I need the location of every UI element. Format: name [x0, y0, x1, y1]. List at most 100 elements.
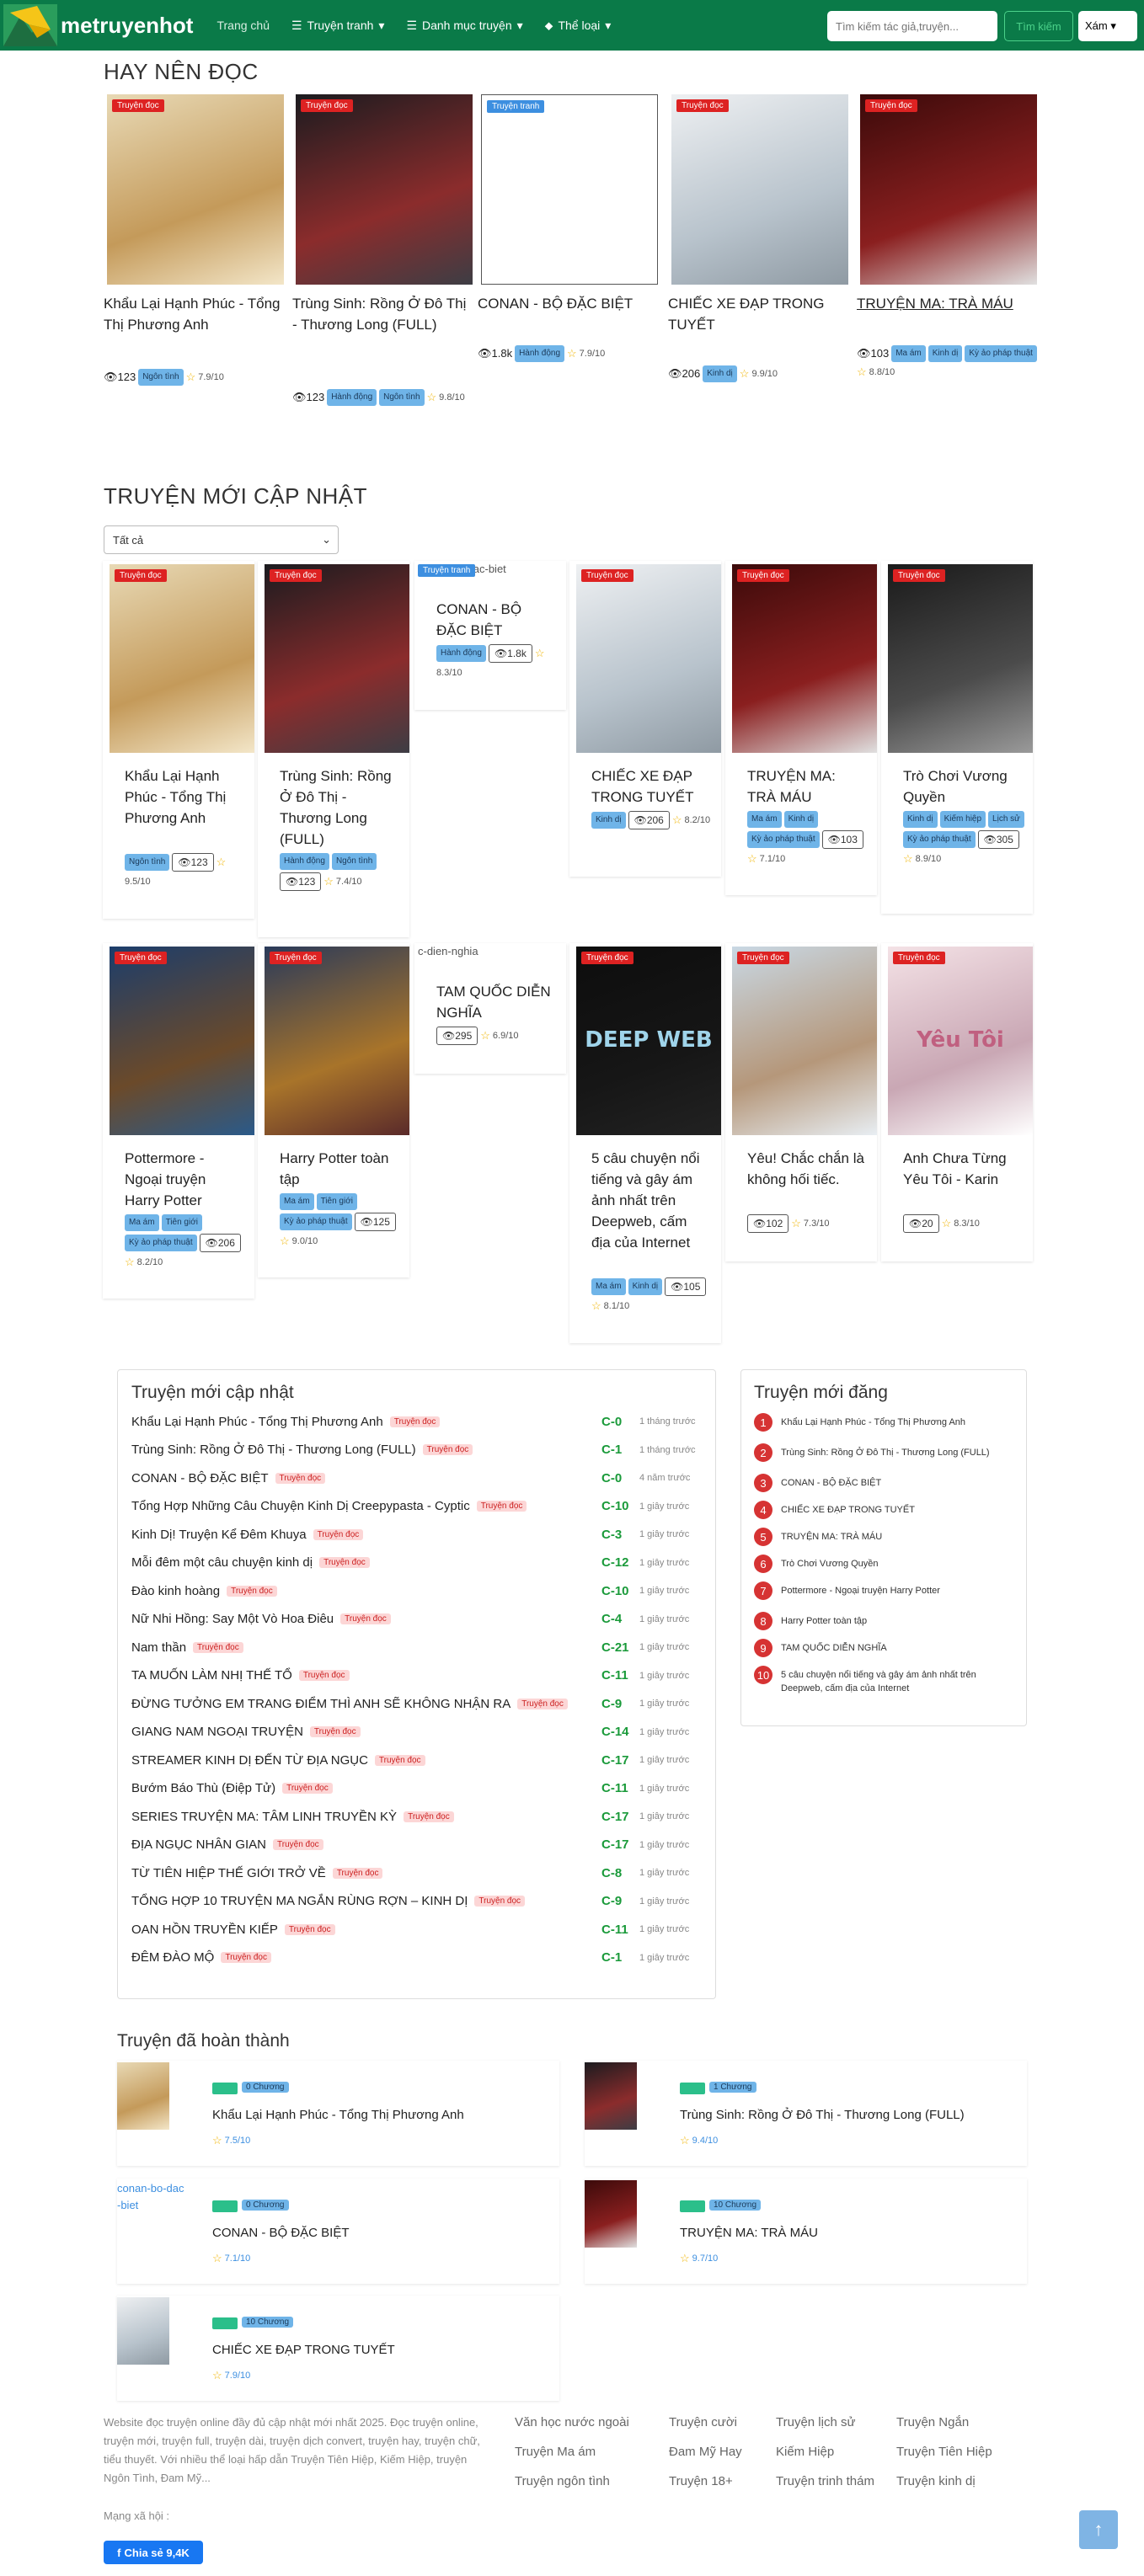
story-cover[interactable]: Truyện đọc [888, 564, 1033, 753]
footer-link[interactable]: Truyện trinh thám [776, 2474, 874, 2488]
newest-row[interactable]: 1 Khẩu Lại Hạnh Phúc - Tổng Thị Phương An… [754, 1413, 1007, 1432]
search-input[interactable] [827, 11, 997, 41]
update-title[interactable]: Mỗi đêm một câu chuyện kinh dị [131, 1555, 313, 1570]
story-title[interactable]: CONAN - BỘ ĐẶC BIỆT [436, 599, 554, 641]
newest-row[interactable]: 10 5 câu chuyện nổi tiếng và gây ám ảnh n… [754, 1666, 1007, 1695]
recommend-cover[interactable]: Truyện đọc [671, 94, 848, 285]
update-row[interactable]: Kinh Dị! Truyện Kể Đêm Khuya Truyện đọc C-… [131, 1521, 713, 1548]
chapter-label[interactable]: C-10 [601, 1499, 629, 1513]
genre-tag[interactable]: Hành động [436, 645, 486, 662]
genre-tag[interactable]: Ma ám [891, 345, 926, 362]
story-cover[interactable]: DEEP WEB Truyện đọc [576, 947, 721, 1135]
update-title[interactable]: OAN HỒN TRUYỀN KIẾP [131, 1923, 278, 1937]
update-title[interactable]: CONAN - BỘ ĐẶC BIỆT [131, 1471, 269, 1485]
update-row[interactable]: ĐÊM ĐÀO MỘ Truyện đọc C-1 1 giây trước [131, 1944, 713, 1971]
update-title[interactable]: ĐỪNG TƯỞNG EM TRANG ĐIỂM THÌ ANH SẼ KHÔN… [131, 1697, 511, 1711]
chapter-label[interactable]: C-1 [601, 1950, 622, 1965]
chapter-label[interactable]: C-17 [601, 1810, 629, 1824]
story-title[interactable]: Pottermore - Ngoại truyện Harry Potter [125, 1148, 243, 1211]
update-title[interactable]: Tổng Hợp Những Câu Chuyện Kinh Dị Creepy… [131, 1499, 470, 1513]
site-logo[interactable]: metruyenhot [3, 0, 193, 51]
chapter-label[interactable]: C-0 [601, 1415, 622, 1429]
update-title[interactable]: Nữ Nhi Hồng: Say Một Vò Hoa Điêu [131, 1612, 334, 1626]
genre-tag[interactable]: Kinh dị [591, 812, 626, 829]
newest-title[interactable]: 5 câu chuyện nổi tiếng và gây ám ảnh nhấ… [781, 1666, 1000, 1695]
newest-row[interactable]: 9 TAM QUỐC DIỄN NGHĨA [754, 1639, 1007, 1657]
completed-title[interactable]: Khẩu Lại Hạnh Phúc - Tổng Thị Phương Anh [212, 2108, 464, 2122]
update-title[interactable]: TA MUỐN LÀM NHỊ THẾ TỔ [131, 1668, 292, 1683]
search-button[interactable]: Tìm kiếm [1004, 11, 1073, 41]
genre-tag[interactable]: Ngôn tình [125, 854, 170, 871]
chapter-label[interactable]: C-4 [601, 1612, 622, 1626]
update-title[interactable]: Đào kinh hoàng [131, 1584, 220, 1598]
genre-tag[interactable]: Ngôn tình [138, 369, 184, 386]
chapter-label[interactable]: C-12 [601, 1555, 629, 1570]
newest-title[interactable]: TAM QUỐC DIỄN NGHĨA [781, 1639, 1000, 1655]
nav-genres[interactable]: ⬥ Thể loại ▾ [545, 19, 612, 33]
genre-tag[interactable]: Kỳ ảo pháp thuật [280, 1213, 352, 1230]
newest-title[interactable]: Khẩu Lại Hạnh Phúc - Tổng Thị Phương Anh [781, 1413, 1000, 1429]
update-title[interactable]: TỪ TIÊN HIỆP THẾ GIỚI TRỞ VỀ [131, 1866, 326, 1880]
story-title[interactable]: Anh Chưa Từng Yêu Tôi - Karin [903, 1148, 1021, 1190]
newest-title[interactable]: Pottermore - Ngoại truyện Harry Potter [781, 1581, 1000, 1597]
recommend-cover[interactable]: Truyện đọc [296, 94, 473, 285]
footer-link[interactable]: Đam Mỹ Hay [669, 2445, 742, 2459]
story-title[interactable]: Yêu! Chắc chắn là không hối tiếc. [747, 1148, 865, 1190]
nav-categories[interactable]: ☰ Danh mục truyện ▾ [406, 19, 522, 33]
nav-home[interactable]: Trang chủ [217, 19, 270, 32]
update-row[interactable]: Bướm Báo Thù (Điệp Tử) Truyện đọc C-11 1 gi… [131, 1775, 713, 1802]
completed-cover[interactable] [117, 2297, 169, 2365]
completed-cover[interactable] [117, 2062, 169, 2130]
footer-link[interactable]: Truyện Tiên Hiệp [896, 2445, 992, 2459]
chapter-label[interactable]: C-17 [601, 1837, 629, 1852]
footer-link[interactable]: Truyện kinh dị [896, 2474, 976, 2488]
footer-link[interactable]: Truyện Ngắn [896, 2415, 969, 2429]
chapter-label[interactable]: C-11 [601, 1668, 628, 1683]
newest-title[interactable]: CONAN - BỘ ĐẶC BIỆT [781, 1474, 1000, 1490]
story-cover[interactable]: Truyện đọc [732, 564, 877, 753]
chapter-label[interactable]: C-10 [601, 1584, 629, 1598]
story-title[interactable]: 5 câu chuyện nổi tiếng và gây ám ảnh nhấ… [591, 1148, 709, 1253]
genre-tag[interactable]: Hành động [280, 853, 329, 870]
chapter-label[interactable]: C-17 [601, 1753, 629, 1768]
update-row[interactable]: Nữ Nhi Hồng: Say Một Vò Hoa Điêu Truyện đ… [131, 1606, 713, 1633]
update-row[interactable]: Mỗi đêm một câu chuyện kinh dị Truyện đọc… [131, 1549, 713, 1576]
story-cover[interactable]: Truyện đọc [265, 947, 409, 1135]
update-row[interactable]: ĐỪNG TƯỞNG EM TRANG ĐIỂM THÌ ANH SẼ KHÔN… [131, 1690, 713, 1717]
completed-cover[interactable] [585, 2180, 637, 2248]
chapter-label[interactable]: C-11 [601, 1781, 628, 1795]
genre-tag[interactable]: Kinh dị [703, 365, 737, 382]
newest-row[interactable]: 7 Pottermore - Ngoại truyện Harry Potter [754, 1581, 1007, 1600]
update-title[interactable]: Trùng Sinh: Rồng Ở Đô Thị - Thương Long … [131, 1443, 416, 1457]
newest-row[interactable]: 6 Trò Chơi Vương Quyền [754, 1555, 1007, 1573]
newest-title[interactable]: Trùng Sinh: Rồng Ở Đô Thị - Thương Long … [781, 1443, 1000, 1459]
update-title[interactable]: ĐÊM ĐÀO MỘ [131, 1950, 214, 1965]
story-title[interactable]: Khẩu Lại Hạnh Phúc - Tổng Thị Phương Anh [125, 765, 243, 829]
theme-select[interactable]: Xám ▾ [1078, 11, 1137, 41]
chapter-label[interactable]: C-21 [601, 1640, 629, 1655]
recommend-title[interactable]: CHIẾC XE ĐẠP TRONG TUYẾT [668, 293, 850, 335]
genre-tag[interactable]: Kinh dị [903, 811, 938, 828]
completed-title[interactable]: TRUYỆN MA: TRÀ MÁU [680, 2226, 818, 2240]
footer-link[interactable]: Truyện 18+ [669, 2474, 733, 2488]
story-cover[interactable]: Truyện đọc [265, 564, 409, 753]
newest-row[interactable]: 8 Harry Potter toàn tập [754, 1612, 1007, 1630]
update-row[interactable]: SERIES TRUYỆN MA: TÂM LINH TRUYỀN KỲ Truy… [131, 1803, 713, 1830]
recommend-title[interactable]: TRUYỆN MA: TRÀ MÁU [857, 293, 1039, 314]
update-title[interactable]: GIANG NAM NGOẠI TRUYỆN [131, 1725, 303, 1739]
newest-row[interactable]: 2 Trùng Sinh: Rồng Ở Đô Thị - Thương Long… [754, 1443, 1007, 1462]
story-cover[interactable]: Truyện đọc [732, 947, 877, 1135]
update-row[interactable]: Khẩu Lại Hạnh Phúc - Tổng Thị Phương Anh… [131, 1408, 713, 1435]
back-to-top-button[interactable]: ↑ [1079, 2510, 1118, 2549]
chapter-label[interactable]: C-8 [601, 1866, 622, 1880]
genre-tag[interactable]: Kinh dị [927, 345, 963, 362]
update-row[interactable]: CONAN - BỘ ĐẶC BIỆT Truyện đọc C-0 4 năm tr… [131, 1464, 713, 1491]
story-title[interactable]: Harry Potter toàn tập [280, 1148, 398, 1190]
recommend-cover[interactable]: Truyện tranh [481, 94, 658, 285]
genre-filter-select[interactable]: Tất cả ⌄ [104, 525, 339, 554]
newest-title[interactable]: CHIẾC XE ĐẠP TRONG TUYẾT [781, 1501, 1000, 1517]
chapter-label[interactable]: C-3 [601, 1528, 622, 1542]
update-title[interactable]: Bướm Báo Thù (Điệp Tử) [131, 1781, 275, 1795]
update-row[interactable]: Trùng Sinh: Rồng Ở Đô Thị - Thương Long … [131, 1437, 713, 1464]
recommend-title[interactable]: CONAN - BỘ ĐẶC BIỆT [478, 293, 660, 314]
